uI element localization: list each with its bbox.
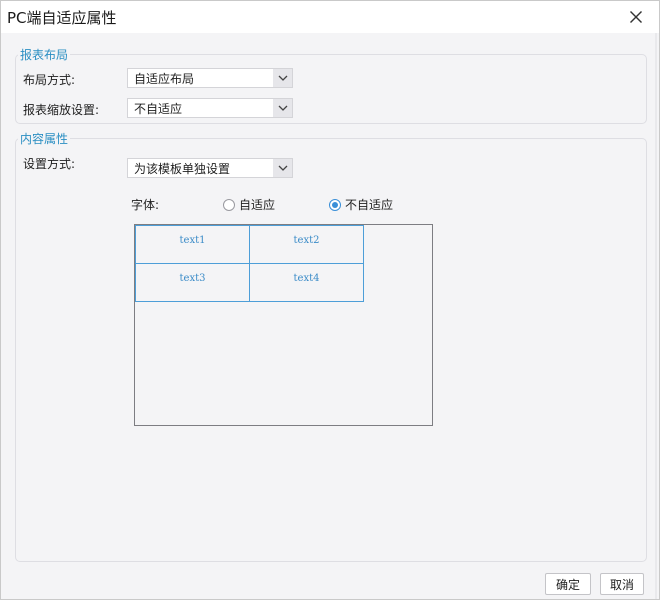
setting-mode-select[interactable]: 为该模板单独设置 — [127, 158, 293, 178]
preview-cell-text3: text3 — [135, 263, 250, 302]
report-scale-select[interactable]: 不自适应 — [127, 98, 293, 118]
dialog-body: 报表布局 布局方式: 自适应布局 报表缩放设置: 不自适应 内容属性 设置方式:… — [5, 33, 655, 599]
title-bar: PC端自适应属性 — [1, 1, 659, 33]
font-label: 字体: — [131, 198, 160, 212]
close-button[interactable] — [623, 4, 649, 30]
preview-cell-text1: text1 — [135, 225, 250, 264]
layout-mode-value: 自适应布局 — [134, 71, 195, 86]
layout-preview: text1 text2 text3 text4 — [134, 224, 433, 426]
dialog-edge — [655, 33, 657, 599]
radio-checked-icon — [329, 198, 341, 211]
setting-mode-value: 为该模板单独设置 — [134, 161, 231, 176]
report-scale-value: 不自适应 — [134, 101, 183, 116]
layout-mode-label: 布局方式: — [23, 73, 76, 87]
font-adaptive-label: 自适应 — [239, 198, 276, 212]
preview-cell-text4: text4 — [249, 263, 364, 302]
ok-button[interactable]: 确定 — [545, 573, 591, 595]
dialog: PC端自适应属性 报表布局 布局方式: 自适应布局 报表缩放设置: 不自适应 内… — [0, 0, 660, 600]
dialog-title: PC端自适应属性 — [7, 9, 117, 27]
content-props-group-title: 内容属性 — [18, 130, 71, 147]
font-not-adaptive-radio[interactable]: 不自适应 — [329, 196, 393, 213]
cancel-button[interactable]: 取消 — [600, 573, 644, 595]
chevron-down-icon — [273, 99, 292, 117]
font-not-adaptive-label: 不自适应 — [345, 198, 394, 212]
close-icon — [630, 11, 642, 23]
report-layout-group-title: 报表布局 — [18, 46, 71, 63]
report-layout-group — [15, 54, 647, 124]
setting-mode-label: 设置方式: — [23, 157, 76, 171]
report-scale-label: 报表缩放设置: — [23, 103, 100, 117]
chevron-down-icon — [273, 69, 292, 87]
preview-cell-text2: text2 — [249, 225, 364, 264]
radio-unchecked-icon — [223, 198, 235, 211]
chevron-down-icon — [273, 159, 292, 177]
layout-mode-select[interactable]: 自适应布局 — [127, 68, 293, 88]
font-adaptive-radio[interactable]: 自适应 — [223, 196, 275, 213]
